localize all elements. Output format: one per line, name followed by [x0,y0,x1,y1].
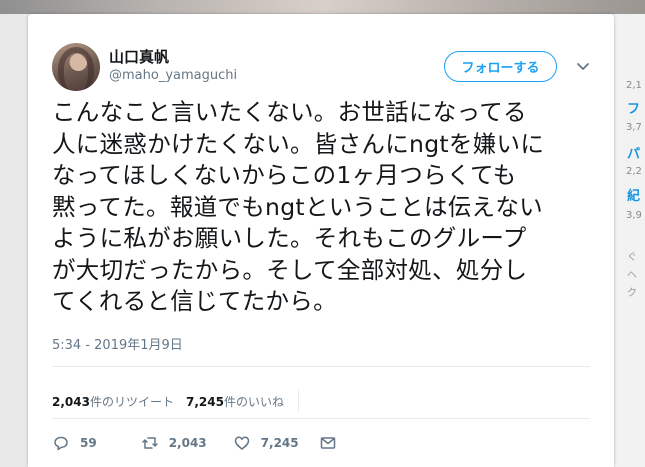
divider [52,366,590,367]
avatar[interactable] [52,43,100,91]
side-link[interactable]: 紀 [627,185,640,204]
retweet-label: 件のリツイート [89,394,174,409]
retweet-action-count: 2,043 [168,436,207,450]
tweet-timestamp[interactable]: 5:34 - 2019年1月9日 [52,334,183,353]
display-name[interactable]: 山口真帆 [109,46,169,67]
retweet-icon [141,437,158,449]
like-action-count: 7,245 [260,436,299,450]
retweet-stat[interactable]: 2,043件のリツイート [52,393,174,410]
side-stat: 2,1 [626,80,642,91]
side-text: ク [627,288,637,299]
mail-icon [320,437,335,449]
retweet-button[interactable]: 2,043 [141,434,207,452]
side-text: ぐ [627,252,637,263]
direct-message-button[interactable] [319,434,337,452]
tweet-text: こんなこと言いたくない。お世話になってる 人に迷惑かけたくない。皆さんにngtを… [52,98,545,315]
action-bar: 59 2,043 7,245 [52,434,337,452]
chevron-down-icon[interactable] [576,60,590,74]
user-handle[interactable]: @maho_yamaguchi [109,68,237,83]
like-label: 件のいいね [223,394,284,409]
follow-button[interactable]: フォローする [444,51,557,82]
side-link[interactable]: フ [627,98,640,117]
divider [52,418,590,419]
side-stat: 3,7 [626,122,642,133]
reply-button[interactable]: 59 [52,434,97,452]
stats-separator [297,390,299,412]
retweet-count: 2,043 [52,394,90,409]
like-count: 7,245 [185,394,224,409]
background-photo-strip [0,0,645,14]
reply-count: 59 [80,436,97,450]
side-stat: 2,2 [626,166,642,177]
avatar-hair [58,47,94,91]
engagement-stats: 2,043件のリツイート 7,245件のいいね [52,390,299,412]
like-stat[interactable]: 7,245件のいいね [186,393,284,410]
tweet-card: 山口真帆 @maho_yamaguchi フォローする こんなこと言いたくない。… [28,14,614,467]
like-button[interactable]: 7,245 [233,434,299,452]
reply-icon [54,436,68,451]
heart-icon [234,436,249,450]
side-text: へ [627,270,637,281]
side-stat: 3,9 [626,210,642,221]
side-link[interactable]: パ [627,143,640,162]
